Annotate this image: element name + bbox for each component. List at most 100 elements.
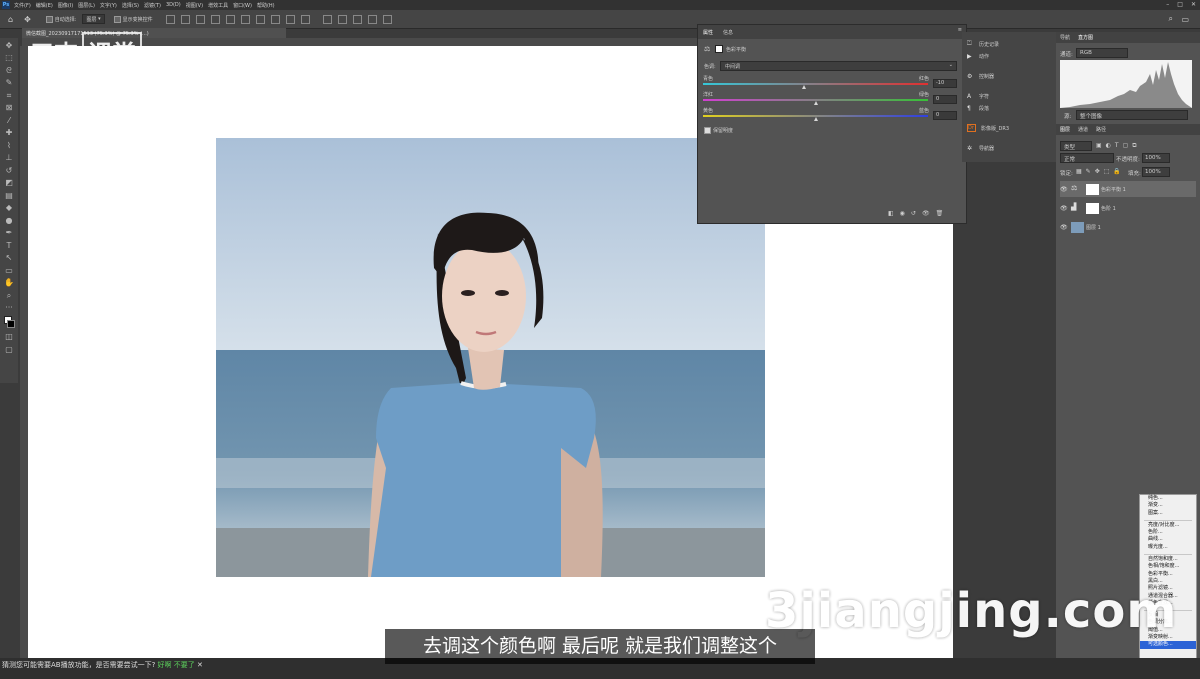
quick-mask-icon[interactable]: ◫ — [4, 332, 14, 342]
fill-field[interactable]: 100% — [1142, 167, 1170, 177]
move-tool-icon[interactable]: ✥ — [24, 15, 31, 24]
eraser-tool-icon[interactable]: ◩ — [4, 178, 14, 188]
layer-row[interactable]: 👁 ▟ 色阶 1 — [1060, 200, 1196, 216]
gradient-tool-icon[interactable]: ▤ — [4, 191, 14, 201]
slider-knob[interactable] — [813, 101, 818, 105]
distribute-icon[interactable] — [270, 14, 280, 24]
reset-icon[interactable]: ↺ — [911, 210, 916, 217]
layer-name[interactable]: 图层 1 — [1086, 224, 1101, 231]
menu-view[interactable]: 视图(V) — [186, 2, 203, 9]
color-swatch-icon[interactable] — [4, 315, 15, 330]
menu-edit[interactable]: 编辑(E) — [36, 2, 53, 9]
marquee-tool-icon[interactable]: ⬚ — [4, 53, 14, 63]
clip-to-layer-icon[interactable]: ◧ — [888, 210, 894, 217]
healing-brush-icon[interactable]: ✚ — [4, 128, 14, 138]
3d-mode-icon[interactable] — [382, 14, 392, 24]
layer-mask-thumb[interactable] — [1086, 202, 1099, 214]
3d-mode-icon[interactable] — [337, 14, 347, 24]
workspace-icon[interactable]: ▭ — [1181, 15, 1189, 24]
visibility-eye-icon[interactable]: 👁 — [1060, 186, 1068, 193]
layer-name[interactable]: 色彩平衡 1 — [1101, 186, 1126, 193]
blur-tool-icon[interactable]: ◆ — [4, 203, 14, 213]
menu-layer[interactable]: 图层(L) — [78, 2, 95, 9]
filter-type-icon[interactable]: T — [1115, 142, 1119, 150]
align-middle-icon[interactable] — [225, 14, 235, 24]
auto-select-checkbox[interactable]: 自动选择: — [45, 15, 76, 23]
menu-file[interactable]: 文件(F) — [14, 2, 31, 9]
layer-row[interactable]: 👁 图层 1 — [1060, 219, 1196, 235]
close-icon[interactable]: ✕ — [1191, 1, 1196, 8]
eyedropper-tool-icon[interactable]: ⁄ — [4, 116, 14, 126]
history-brush-icon[interactable]: ↺ — [4, 166, 14, 176]
trash-icon[interactable]: 🗑 — [936, 210, 944, 217]
visibility-eye-icon[interactable]: 👁 — [1060, 224, 1068, 231]
menu-window[interactable]: 窗口(W) — [233, 2, 252, 9]
home-icon[interactable]: ⌂ — [8, 15, 13, 24]
layer-kind-filter[interactable]: 类型 — [1060, 141, 1092, 151]
type-tool-icon[interactable]: T — [4, 241, 14, 251]
pen-tool-icon[interactable]: ✒ — [4, 228, 14, 238]
tab-navigator[interactable]: 导航 — [1056, 34, 1074, 41]
3d-mode-icon[interactable] — [322, 14, 332, 24]
tab-paths[interactable]: 路径 — [1092, 126, 1110, 133]
tab-channels[interactable]: 通道 — [1074, 126, 1092, 133]
clone-stamp-icon[interactable]: ⊥ — [4, 153, 14, 163]
distribute-icon[interactable] — [255, 14, 265, 24]
lock-artboard-icon[interactable]: ⬚ — [1104, 168, 1110, 175]
prompt-no-link[interactable]: 不要了 — [174, 661, 195, 669]
quick-select-tool-icon[interactable]: ✎ — [4, 78, 14, 88]
hand-tool-icon[interactable]: ✋ — [4, 278, 14, 288]
menu-filter[interactable]: 滤镜(T) — [144, 2, 161, 9]
3d-mode-icon[interactable] — [367, 14, 377, 24]
lock-position-icon[interactable]: ✥ — [1095, 168, 1100, 175]
maximize-icon[interactable]: □ — [1177, 1, 1183, 8]
magenta-green-value[interactable]: 0 — [933, 95, 957, 104]
distribute-icon[interactable] — [300, 14, 310, 24]
dock-controller[interactable]: ⚙ 控制器 — [962, 70, 1056, 82]
align-center-icon[interactable] — [180, 14, 190, 24]
filter-adjust-icon[interactable]: ◐ — [1106, 142, 1111, 150]
visibility-eye-icon[interactable]: 👁 — [1060, 205, 1068, 212]
photoshop-logo-icon[interactable]: Ps — [2, 1, 10, 9]
dock-paragraph[interactable]: ¶ 段落 — [962, 102, 1056, 114]
filter-smart-icon[interactable]: ⧉ — [1132, 142, 1136, 150]
context-menu-item[interactable]: 渐变... — [1140, 502, 1196, 509]
minimize-icon[interactable]: – — [1166, 1, 1169, 8]
prompt-yes-link[interactable]: 好啊 — [158, 661, 172, 669]
crop-tool-icon[interactable]: ⌗ — [4, 91, 14, 101]
frame-tool-icon[interactable]: ⊠ — [4, 103, 14, 113]
dock-actions[interactable]: ▶ 动作 — [962, 50, 1056, 62]
blend-mode-dropdown[interactable]: 正常 — [1060, 153, 1114, 163]
tab-layers[interactable]: 图层 — [1056, 126, 1074, 133]
screen-mode-icon[interactable]: ▢ — [4, 345, 14, 355]
3d-mode-icon[interactable] — [352, 14, 362, 24]
view-previous-icon[interactable]: ◉ — [900, 210, 905, 217]
menu-plugins[interactable]: 增效工具 — [208, 2, 228, 9]
menu-select[interactable]: 选择(S) — [122, 2, 139, 9]
align-bottom-icon[interactable] — [240, 14, 250, 24]
lock-pixels-icon[interactable]: ✎ — [1086, 168, 1091, 175]
menu-image[interactable]: 图像(I) — [58, 2, 73, 9]
yellow-blue-value[interactable]: 0 — [933, 111, 957, 120]
mask-icon[interactable] — [715, 45, 723, 53]
dock-character[interactable]: A 字符 — [962, 90, 1056, 102]
path-select-icon[interactable]: ↖ — [4, 253, 14, 263]
slider-knob[interactable] — [813, 117, 818, 121]
dodge-tool-icon[interactable]: ● — [4, 216, 14, 226]
tab-properties[interactable]: 属性 — [698, 29, 718, 36]
cyan-red-value[interactable]: -10 — [933, 79, 957, 88]
tone-dropdown[interactable]: 中间调 ⌄ — [720, 61, 957, 71]
search-icon[interactable]: ⌕ — [1169, 14, 1173, 24]
opacity-field[interactable]: 100% — [1142, 153, 1170, 163]
layer-row[interactable]: 👁 ⚖ 色彩平衡 1 — [1060, 181, 1196, 197]
menu-3d[interactable]: 3D(D) — [166, 2, 181, 8]
context-menu-item[interactable]: 可选颜色... — [1140, 641, 1196, 649]
visibility-icon[interactable]: 👁 — [922, 210, 930, 217]
dock-plugin[interactable]: Dr 影像版_DR3 — [962, 122, 1056, 134]
more-tools-icon[interactable]: ··· — [4, 303, 14, 313]
tab-histogram[interactable]: 直方图 — [1074, 34, 1097, 41]
filter-pixel-icon[interactable]: ▣ — [1096, 142, 1102, 150]
cyan-red-slider[interactable] — [703, 83, 928, 85]
filter-shape-icon[interactable]: ▢ — [1123, 142, 1129, 150]
dock-history[interactable]: ⏍ 历史记录 — [962, 38, 1056, 50]
